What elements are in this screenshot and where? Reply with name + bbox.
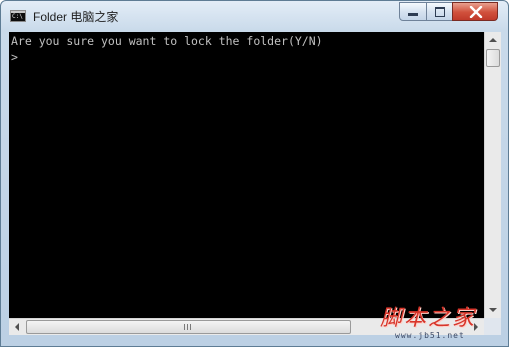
console-line: Are you sure you want to lock the folder… [11,34,323,48]
console-window: C:\ Folder 电脑之家 Are you sure you want to… [0,0,509,347]
watermark-url: www.jb51.net [395,331,465,340]
cmd-icon-glyph: C:\ [12,13,23,20]
window-title: Folder 电脑之家 [33,10,119,24]
title-bar[interactable]: C:\ Folder 电脑之家 [1,1,508,32]
scrollbar-corner [484,318,501,335]
close-button[interactable] [452,2,498,21]
watermark-logo: 脚本之家 [380,306,477,331]
close-icon [469,6,483,18]
maximize-button[interactable] [426,2,453,21]
scroll-left-button[interactable] [9,319,26,335]
chevron-up-icon [489,38,497,42]
minimize-button[interactable] [399,2,427,21]
console-prompt: > [11,50,18,64]
grip-icon [184,324,192,330]
vertical-scroll-thumb[interactable] [486,49,500,67]
chevron-down-icon [489,308,497,312]
scroll-down-button[interactable] [485,301,501,318]
cmd-icon[interactable]: C:\ [10,10,26,22]
console-output[interactable]: Are you sure you want to lock the folder… [9,32,484,318]
horizontal-scroll-thumb[interactable] [26,320,351,334]
vertical-scrollbar[interactable] [484,32,501,318]
scroll-up-button[interactable] [485,32,501,49]
chevron-left-icon [15,323,19,331]
